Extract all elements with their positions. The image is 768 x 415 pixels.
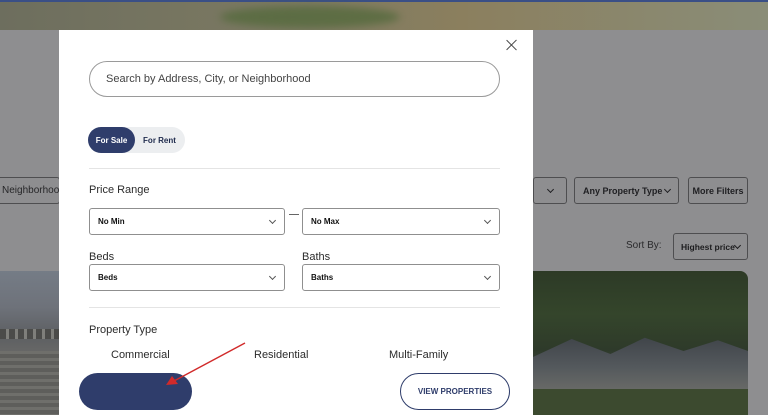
for-rent-toggle[interactable]: For Rent bbox=[136, 127, 183, 153]
divider bbox=[89, 168, 500, 169]
listing-photo[interactable] bbox=[533, 271, 748, 415]
close-icon[interactable] bbox=[506, 39, 518, 51]
for-sale-toggle[interactable]: For Sale bbox=[88, 127, 135, 153]
beds-value: Beds bbox=[98, 273, 118, 282]
range-separator bbox=[289, 214, 299, 215]
divider bbox=[89, 307, 500, 308]
chevron-down-icon bbox=[483, 272, 492, 280]
property-type-residential[interactable]: Residential bbox=[254, 349, 308, 361]
lawn-image bbox=[533, 389, 748, 415]
chevron-down-icon bbox=[663, 185, 672, 193]
property-type-label: Property Type bbox=[89, 324, 158, 336]
property-type-multi-family[interactable]: Multi-Family bbox=[389, 349, 448, 361]
price-range-label: Price Range bbox=[89, 184, 150, 196]
min-price-select[interactable]: No Min bbox=[89, 208, 285, 235]
filter-dropdown[interactable] bbox=[533, 177, 567, 204]
neighborhood-select[interactable]: Neighborhoo bbox=[0, 177, 60, 204]
view-properties-button[interactable]: VIEW PROPERTIES bbox=[400, 373, 510, 410]
max-price-value: No Max bbox=[311, 217, 340, 226]
listing-photo[interactable] bbox=[0, 271, 60, 415]
min-price-value: No Min bbox=[98, 217, 125, 226]
house-image bbox=[533, 337, 748, 393]
beds-label: Beds bbox=[89, 251, 115, 263]
listing-type-toggle: For Sale For Rent bbox=[88, 127, 185, 153]
hero-banner bbox=[0, 0, 768, 30]
chevron-down-icon bbox=[268, 272, 277, 280]
beds-select[interactable]: Beds bbox=[89, 264, 285, 291]
baths-label: Baths bbox=[302, 251, 331, 263]
property-type-commercial[interactable]: Commercial bbox=[111, 349, 170, 361]
sort-value: Highest price bbox=[681, 241, 735, 252]
search-filter-modal: For Sale For Rent Price Range No Min No … bbox=[59, 30, 533, 415]
baths-select[interactable]: Baths bbox=[302, 264, 500, 291]
chevron-down-icon bbox=[733, 241, 742, 249]
property-type-label: Any Property Type bbox=[583, 185, 663, 196]
sort-select[interactable]: Highest price bbox=[673, 233, 748, 260]
chevron-down-icon bbox=[483, 216, 492, 224]
sort-label: Sort By: bbox=[626, 240, 662, 251]
more-filters-button[interactable]: More Filters bbox=[688, 177, 748, 204]
search-input[interactable] bbox=[89, 61, 500, 97]
more-filters-label: More Filters bbox=[692, 185, 744, 196]
neighborhood-text: Neighborhoo bbox=[2, 185, 60, 196]
baths-value: Baths bbox=[311, 273, 334, 282]
max-price-select[interactable]: No Max bbox=[302, 208, 500, 235]
primary-action-button[interactable] bbox=[79, 373, 192, 410]
chevron-down-icon bbox=[546, 185, 554, 193]
chevron-down-icon bbox=[268, 216, 277, 224]
property-type-select[interactable]: Any Property Type bbox=[574, 177, 679, 204]
